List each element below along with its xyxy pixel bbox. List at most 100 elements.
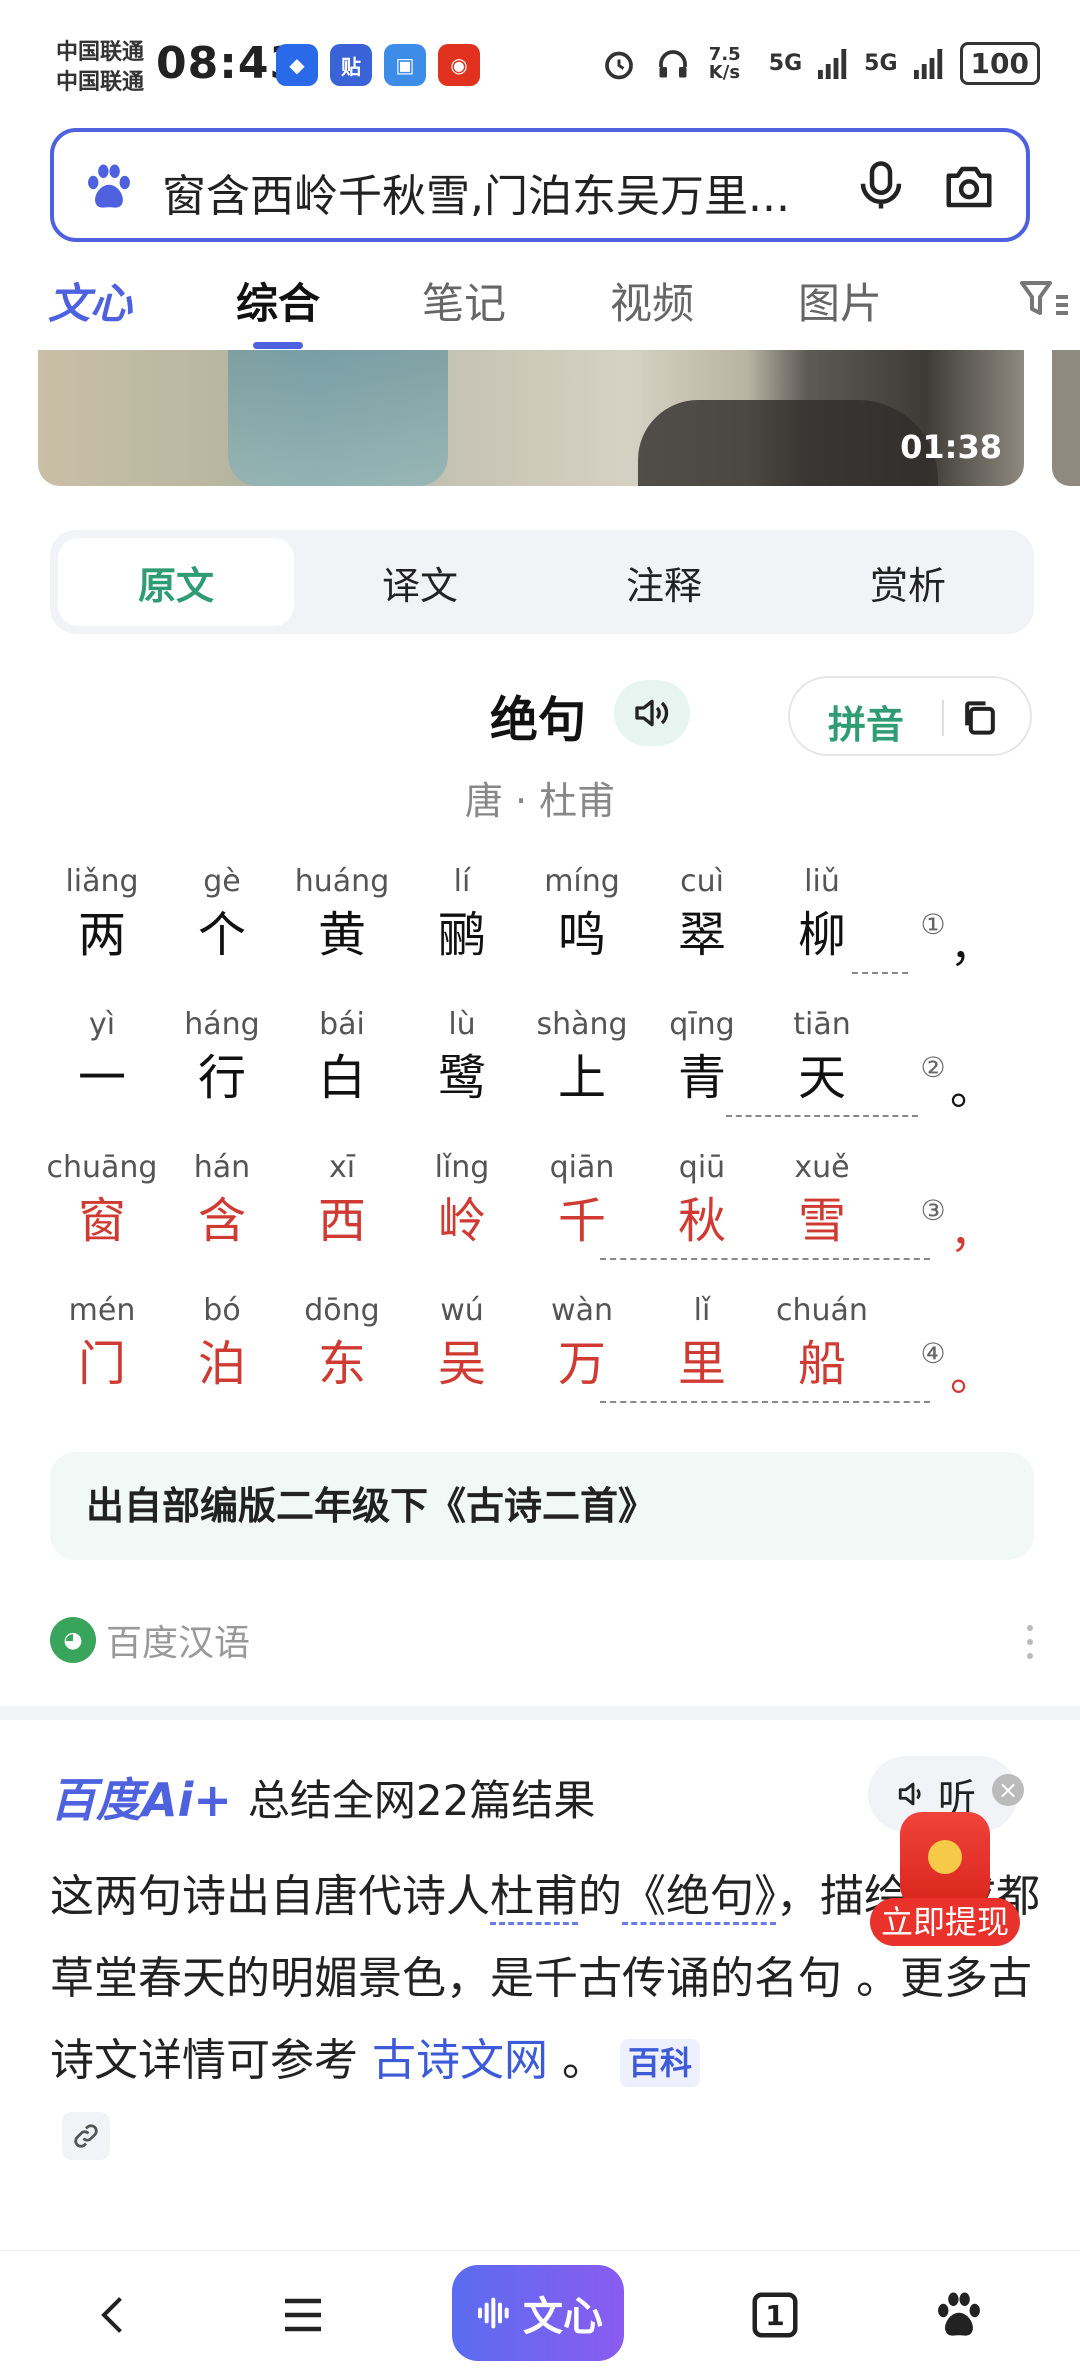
withdraw-label: 立即提现 — [870, 1898, 1020, 1946]
pinyin-button[interactable]: 拼音 — [828, 694, 904, 749]
poem-char[interactable]: xī 西 — [282, 1146, 402, 1252]
gushiwen-link[interactable]: 古诗文网 — [372, 2035, 548, 2086]
tab-videos[interactable]: 视频 — [610, 270, 694, 331]
search-input[interactable]: 窗含西岭千秋雪,门泊东吴万里... — [162, 160, 790, 224]
pinyin-label: chuán — [776, 1293, 868, 1328]
baidu-paw-icon — [88, 164, 130, 208]
pinyin-label: bái — [319, 1007, 365, 1042]
hanzi-label: 一 — [77, 1050, 126, 1106]
pinyin-label: chuāng — [46, 1150, 158, 1185]
pinyin-label: mén — [68, 1293, 136, 1328]
filter-icon[interactable] — [1018, 278, 1070, 320]
poem-char[interactable]: bái 白 — [282, 1003, 402, 1109]
back-button[interactable] — [80, 2285, 150, 2345]
menu-button[interactable] — [268, 2285, 338, 2345]
tabs-button[interactable]: 1 — [740, 2285, 810, 2345]
poem-char[interactable]: qiān 千 — [522, 1146, 642, 1252]
poem-line: liǎng 两 gè 个 huáng 黄 lí 鹂 míng 鸣 cuì 翠 liǔ 柳 ①， — [0, 860, 1080, 1000]
poem-char[interactable]: yì 一 — [42, 1003, 162, 1109]
segment-translation[interactable]: 译文 — [302, 538, 538, 626]
annotation-underline — [726, 1115, 918, 1117]
tab-wenxin[interactable]: 文心 — [48, 270, 132, 331]
copy-icon[interactable] — [958, 696, 1002, 740]
tab-images[interactable]: 图片 — [798, 270, 882, 331]
poem-char[interactable]: wàn 万 — [522, 1289, 642, 1395]
red-packet-promo[interactable]: 立即提现 — [870, 1812, 1020, 1952]
poem-char[interactable]: dōng 东 — [282, 1289, 402, 1395]
hanzi-label: 万 — [557, 1336, 606, 1392]
hanzi-label: 船 — [797, 1336, 846, 1392]
next-video-thumbnail[interactable] — [1052, 350, 1080, 486]
poem-char[interactable]: háng 行 — [162, 1003, 282, 1109]
coin-icon — [928, 1840, 962, 1874]
hanzi-label: 柳 — [797, 907, 846, 963]
video-thumbnail[interactable]: 01:38 — [38, 350, 1024, 486]
poem-char[interactable]: chuán 船 — [762, 1289, 882, 1395]
poem-char[interactable]: lù 鹭 — [402, 1003, 522, 1109]
work-link[interactable]: 《绝句》 — [622, 1871, 776, 1925]
hanzi-label: 窗 — [77, 1193, 126, 1249]
poem-char[interactable]: lǐng 岭 — [402, 1146, 522, 1252]
poem-char[interactable]: huáng 黄 — [282, 860, 402, 966]
microphone-icon[interactable] — [854, 156, 908, 216]
hanzi-label: 鹭 — [437, 1050, 486, 1106]
tab-comprehensive[interactable]: 综合 — [236, 270, 320, 331]
poem-line: mén 门 bó 泊 dōng 东 wú 吴 wàn 万 lǐ 里 chuán 船 ④。 — [0, 1289, 1080, 1429]
annotation-underline — [852, 972, 908, 974]
wenxin-button[interactable]: 文心 — [452, 2265, 624, 2361]
poem-char[interactable]: lí 鹂 — [402, 860, 522, 966]
annotation-underline — [600, 1258, 930, 1260]
poem-char[interactable]: qiū 秋 — [642, 1146, 762, 1252]
annotation-marker[interactable]: ③ — [916, 1196, 950, 1230]
poem-char[interactable]: cuì 翠 — [642, 860, 762, 966]
ai-summary-header: 百度Ai+ 总结全网22篇结果 — [50, 1764, 595, 1830]
pinyin-label: yì — [88, 1007, 116, 1042]
annotation-marker[interactable]: ① — [916, 910, 950, 944]
baidu-home-button[interactable] — [924, 2285, 994, 2345]
author-link[interactable]: 杜甫 — [490, 1871, 578, 1925]
poem-line: chuāng 窗 hán 含 xī 西 lǐng 岭 qiān 千 qiū 秋 xuě 雪 ③， — [0, 1146, 1080, 1286]
annotation-marker[interactable]: ④ — [916, 1339, 950, 1373]
punctuation: 。 — [950, 1064, 994, 1115]
poem-char[interactable]: liǎng 两 — [42, 860, 162, 966]
pinyin-label: shàng — [536, 1007, 628, 1042]
source-site[interactable]: ◕ 百度汉语 — [50, 1612, 250, 1668]
poem-char[interactable]: liǔ 柳 — [762, 860, 882, 966]
link-icon — [74, 2124, 98, 2148]
tieba-notification-icon: 贴 — [330, 44, 372, 86]
voice-wave-icon — [478, 2297, 509, 2329]
punctuation: 。 — [950, 1350, 994, 1401]
more-options-icon[interactable] — [1026, 1622, 1034, 1662]
poem-char[interactable]: lǐ 里 — [642, 1289, 762, 1395]
segment-original[interactable]: 原文 — [58, 538, 294, 626]
poem-char[interactable]: chuāng 窗 — [42, 1146, 162, 1252]
segment-annotation[interactable]: 注释 — [546, 538, 782, 626]
segment-appreciation[interactable]: 赏析 — [790, 538, 1026, 626]
close-icon[interactable]: × — [992, 1774, 1024, 1806]
poem-char[interactable]: qīng 青 — [642, 1003, 762, 1109]
ai-summary-title: 总结全网22篇结果 — [247, 1775, 596, 1825]
annotation-marker[interactable]: ② — [916, 1053, 950, 1087]
tab-notes[interactable]: 笔记 — [422, 270, 506, 331]
speaker-button[interactable] — [614, 680, 690, 746]
poem-char[interactable]: gè 个 — [162, 860, 282, 966]
pinyin-label: qīng — [669, 1007, 735, 1042]
pinyin-label: gè — [203, 864, 241, 899]
hanzi-label: 西 — [317, 1193, 366, 1249]
poem-char[interactable]: wú 吴 — [402, 1289, 522, 1395]
poem-char[interactable]: xuě 雪 — [762, 1146, 882, 1252]
search-bar[interactable]: 窗含西岭千秋雪,门泊东吴万里... — [50, 128, 1030, 242]
baidu-hanyu-logo-icon: ◕ — [50, 1617, 96, 1663]
pinyin-label: wú — [440, 1293, 484, 1328]
poem-char[interactable]: tiān 天 — [762, 1003, 882, 1109]
poem-char[interactable]: míng 鸣 — [522, 860, 642, 966]
poem-char[interactable]: shàng 上 — [522, 1003, 642, 1109]
poem-char[interactable]: mén 门 — [42, 1289, 162, 1395]
camera-icon[interactable] — [940, 160, 998, 214]
poem-char[interactable]: bó 泊 — [162, 1289, 282, 1395]
baike-tag[interactable]: 百科 — [620, 2039, 701, 2087]
link-button[interactable] — [62, 2112, 110, 2160]
section-divider — [0, 1706, 1080, 1720]
poem-char[interactable]: hán 含 — [162, 1146, 282, 1252]
poem-source[interactable]: 出自部编版二年级下《古诗二首》 — [50, 1452, 1034, 1560]
